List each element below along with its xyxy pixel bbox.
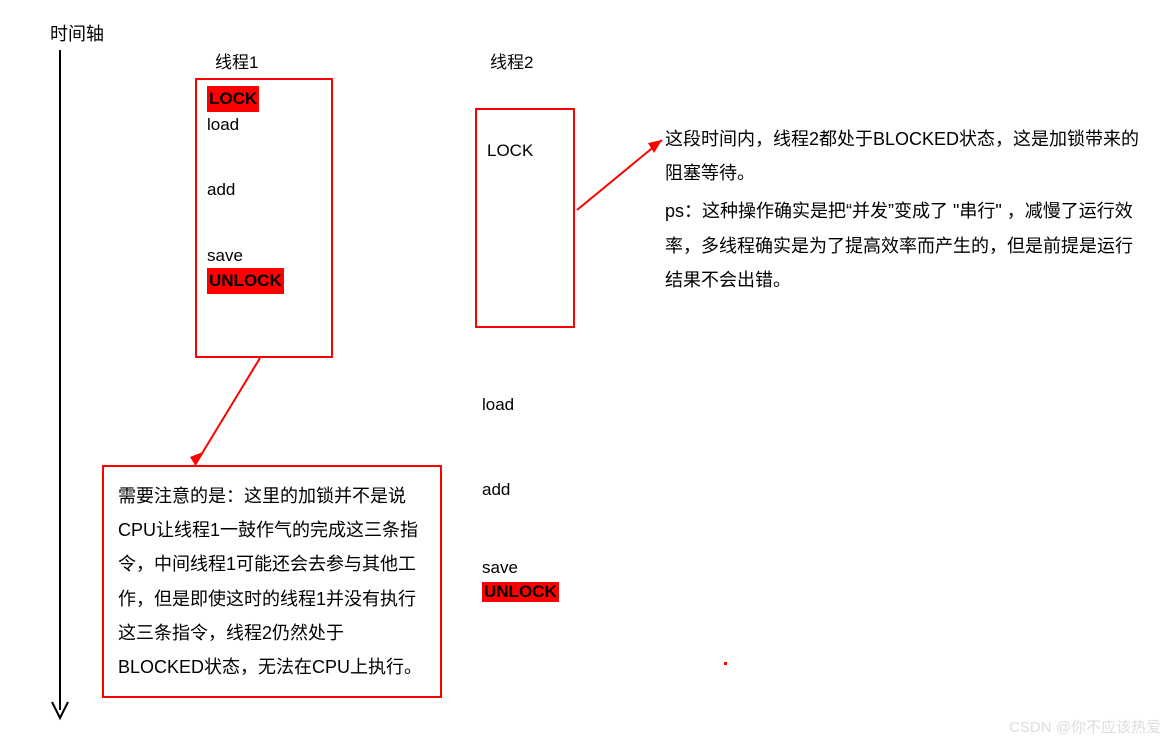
time-axis-label: 时间轴 (50, 20, 104, 46)
t1-add: add (207, 177, 321, 203)
time-axis-arrow (45, 50, 75, 730)
t1-lock: LOCK (207, 86, 259, 112)
red-dot (724, 662, 727, 665)
t2-add: add (482, 480, 510, 500)
note-right-1: 这段时间内，线程2都处于BLOCKED状态，这是加锁带来的阻塞等待。 (665, 122, 1145, 190)
t2-unlock: UNLOCK (482, 582, 559, 602)
t2-save: save (482, 558, 518, 578)
t2-unlock-wrap: UNLOCK (482, 582, 559, 602)
thread1-box: LOCK load add save UNLOCK (195, 78, 333, 358)
thread1-label: 线程1 (215, 48, 258, 73)
t2-lock: LOCK (487, 138, 563, 164)
note-bottom-box: 需要注意的是：这里的加锁并不是说CPU让线程1一鼓作气的完成这三条指令，中间线程… (102, 465, 442, 698)
note-right-box: 这段时间内，线程2都处于BLOCKED状态，这是加锁带来的阻塞等待。 ps：这种… (665, 122, 1145, 297)
note-bottom-text: 需要注意的是：这里的加锁并不是说CPU让线程1一鼓作气的完成这三条指令，中间线程… (118, 479, 426, 684)
note-right-2: ps：这种操作确实是把“并发”变成了 "串行" ，减慢了运行效率，多线程确实是为… (665, 194, 1145, 297)
arrow-t2-to-explain (572, 125, 672, 225)
arrow-t1-to-note (170, 350, 290, 480)
thread2-label: 线程2 (490, 48, 533, 73)
watermark: CSDN @你不应该热爱 (1009, 716, 1161, 737)
t1-load: load (207, 112, 321, 138)
thread2-lock-box: LOCK (475, 108, 575, 328)
t1-save: save (207, 243, 321, 269)
t2-load: load (482, 395, 514, 415)
t1-unlock: UNLOCK (207, 268, 284, 294)
